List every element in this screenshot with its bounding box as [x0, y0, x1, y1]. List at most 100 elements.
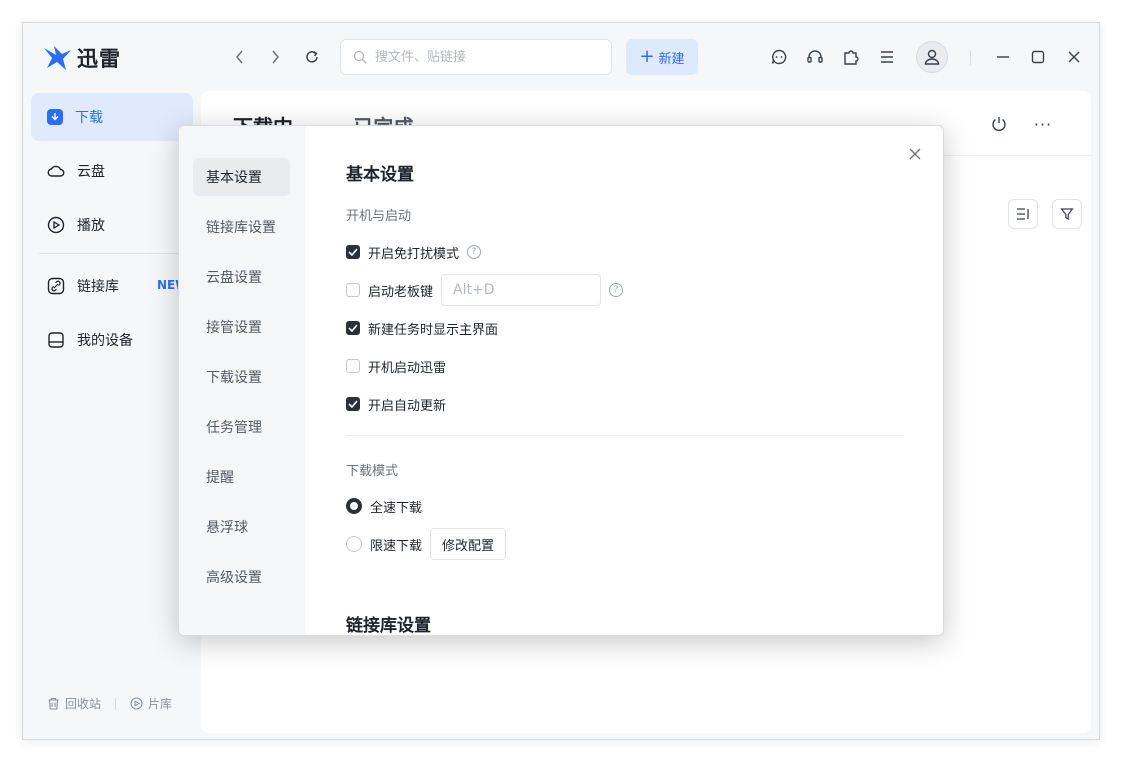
section-startup-label: 开机与启动 [346, 209, 412, 224]
link-icon [47, 277, 65, 295]
option-boss-key: 启动老板键 Alt+D ? [346, 274, 624, 306]
sidebar-item-label: 播放 [77, 218, 105, 234]
titlebar: 迅雷 + 新建 [23, 23, 1099, 91]
cloud-icon [47, 162, 65, 180]
settings-dialog: 基本设置 链接库设置 云盘设置 接管设置 下载设置 任务管理 提醒 悬浮球 高级… [178, 125, 944, 636]
option-autostart: 开机启动迅雷 [346, 356, 446, 376]
settings-nav-takeover[interactable]: 接管设置 [193, 308, 290, 346]
autostart-label: 开机启动迅雷 [368, 360, 447, 376]
recycle-bin-label: 回收站 [65, 697, 102, 711]
menu-icon [881, 51, 893, 63]
app-name: 迅雷 [77, 47, 121, 71]
section-divider [346, 435, 904, 436]
settings-content: 基本设置 开机与启动 开启免打扰模式 ? 启动老板键 Alt+D ? 新建任务时… [346, 126, 926, 635]
sidebar-item-download[interactable]: 下载 [31, 93, 193, 141]
sidebar-item-label: 我的设备 [77, 333, 133, 349]
settings-nav-link-library[interactable]: 链接库设置 [193, 208, 290, 246]
option-limited-speed: 限速下载 修改配置 [346, 528, 507, 560]
headset-icon [807, 50, 823, 63]
boss-key-label: 启动老板键 [368, 284, 434, 300]
sidebar-divider [39, 253, 195, 254]
filter-button[interactable] [1052, 199, 1082, 229]
sidebar-item-cloud[interactable]: 云盘 [31, 147, 193, 195]
chat-button[interactable] [768, 46, 790, 68]
play-icon [47, 216, 65, 234]
menu-button[interactable] [876, 46, 898, 68]
new-task-label: 新建 [658, 51, 685, 67]
refresh-button[interactable] [302, 47, 322, 67]
film-icon [130, 697, 143, 710]
plugins-button[interactable] [840, 46, 862, 68]
sidebar-item-link-library[interactable]: 链接库 NEW [31, 262, 193, 310]
help-icon[interactable]: ? [609, 283, 624, 297]
settings-nav-cloud[interactable]: 云盘设置 [193, 258, 290, 296]
more-icon: ··· [1033, 114, 1053, 134]
show-main-checkbox[interactable] [346, 321, 360, 335]
settings-nav-reminders[interactable]: 提醒 [193, 458, 290, 496]
library-button[interactable]: 片库 [130, 695, 172, 712]
trash-icon [48, 697, 59, 710]
sidebar-item-label: 云盘 [77, 164, 105, 180]
close-icon [1068, 51, 1080, 63]
option-show-main-window: 新建任务时显示主界面 [346, 318, 498, 338]
settings-nav-download[interactable]: 下载设置 [193, 358, 290, 396]
limited-speed-radio[interactable] [346, 536, 362, 552]
search-input[interactable] [375, 49, 595, 65]
section-download-mode-label: 下载模式 [346, 464, 399, 479]
limited-speed-label: 限速下载 [370, 538, 423, 554]
settings-nav-advanced[interactable]: 高级设置 [193, 558, 290, 596]
sidebar-bottom: 回收站 片库 [47, 695, 172, 712]
autostart-checkbox[interactable] [346, 359, 360, 373]
checkmark-icon [348, 324, 358, 332]
user-icon [924, 49, 940, 65]
sidebar-item-play[interactable]: 播放 [31, 201, 193, 249]
option-do-not-disturb: 开启免打扰模式 ? [346, 242, 482, 262]
boss-key-checkbox[interactable] [346, 283, 360, 297]
help-icon[interactable]: ? [467, 245, 482, 259]
sidebar-item-label: 链接库 [77, 279, 119, 295]
checkmark-icon [348, 248, 358, 256]
sidebar-item-my-devices[interactable]: 我的设备 [31, 316, 193, 364]
device-icon [47, 331, 65, 349]
settings-nav-basic[interactable]: 基本设置 [193, 158, 290, 196]
settings-nav-tasks[interactable]: 任务管理 [193, 408, 290, 446]
settings-title: 基本设置 [346, 165, 414, 185]
search-box[interactable] [340, 39, 612, 75]
show-main-label: 新建任务时显示主界面 [368, 322, 499, 338]
minimize-icon [997, 56, 1009, 58]
full-speed-radio[interactable] [346, 498, 362, 514]
thunder-bird-icon [44, 46, 71, 70]
chevron-left-icon [236, 50, 243, 64]
minimize-button[interactable] [992, 46, 1014, 68]
dnd-checkbox[interactable] [346, 245, 360, 259]
settings-nav-float-ball[interactable]: 悬浮球 [193, 508, 290, 546]
support-button[interactable] [804, 46, 826, 68]
auto-update-checkbox[interactable] [346, 397, 360, 411]
recycle-bin-button[interactable]: 回收站 [47, 695, 101, 712]
checkmark-icon [348, 400, 358, 408]
plus-icon: + [639, 46, 655, 67]
more-button[interactable]: ··· [1028, 109, 1058, 139]
new-task-button[interactable]: + 新建 [626, 39, 698, 75]
sort-button[interactable] [1008, 199, 1038, 229]
auto-update-label: 开启自动更新 [368, 398, 447, 414]
chevron-right-icon [272, 50, 279, 64]
search-icon [353, 50, 367, 64]
maximize-icon [1031, 50, 1045, 64]
settings-nav: 基本设置 链接库设置 云盘设置 接管设置 下载设置 任务管理 提醒 悬浮球 高级… [179, 126, 305, 635]
app-logo: 迅雷 [43, 43, 121, 73]
forward-button[interactable] [265, 47, 285, 67]
power-button[interactable] [984, 109, 1014, 139]
close-window-button[interactable] [1063, 46, 1085, 68]
avatar[interactable] [916, 41, 948, 73]
maximize-button[interactable] [1027, 46, 1049, 68]
titlebar-divider [970, 51, 971, 65]
filter-icon [1060, 208, 1074, 221]
refresh-icon [306, 50, 318, 63]
boss-key-hotkey-field[interactable]: Alt+D [441, 274, 602, 306]
modify-config-button[interactable]: 修改配置 [430, 528, 507, 560]
chat-icon [771, 49, 787, 65]
sort-icon [1017, 208, 1029, 220]
section-link-library-title: 链接库设置 [346, 616, 431, 636]
back-button[interactable] [230, 47, 250, 67]
